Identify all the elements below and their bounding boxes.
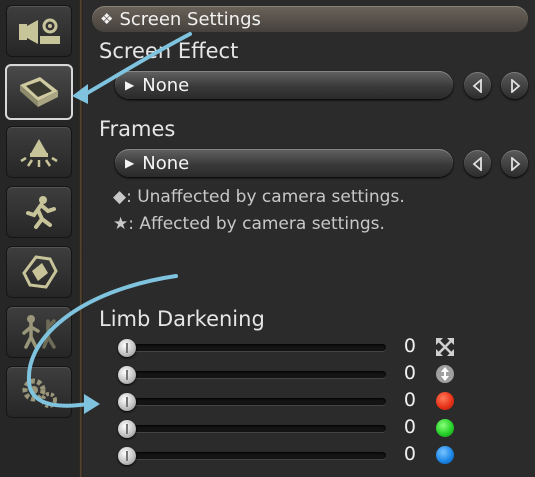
chevron-right-icon bbox=[510, 78, 520, 93]
rail-button-camera[interactable] bbox=[6, 5, 72, 57]
effects-icon bbox=[22, 255, 58, 289]
running-figure-icon bbox=[26, 196, 56, 229]
limb-red-slider[interactable]: 0 bbox=[118, 389, 463, 412]
slider-value: 0 bbox=[403, 362, 416, 384]
chevron-left-icon bbox=[472, 78, 482, 93]
screen-effect-value: None bbox=[142, 74, 190, 96]
character-pose-icon bbox=[22, 315, 56, 349]
limb-vertical-slider[interactable]: 0 bbox=[118, 362, 463, 385]
limb-green-slider[interactable]: 0 bbox=[118, 416, 463, 439]
annotation-arrowhead-bottom bbox=[84, 394, 100, 414]
camera-settings-icon bbox=[19, 18, 60, 44]
slider-value: 0 bbox=[403, 389, 416, 411]
tool-rail bbox=[0, 0, 80, 477]
red-swatch-icon bbox=[436, 392, 454, 410]
limb-blue-slider[interactable]: 0 bbox=[118, 443, 463, 466]
panel-header: ❖ Screen Settings bbox=[92, 6, 528, 32]
camera-note-unaffected: ◆: Unaffected by camera settings. bbox=[113, 187, 405, 207]
camera-note-affected: ★: Affected by camera settings. bbox=[113, 214, 385, 234]
slider-knob[interactable] bbox=[118, 366, 136, 384]
rail-button-pose[interactable] bbox=[6, 306, 72, 358]
slider-track[interactable] bbox=[126, 344, 386, 351]
frames-value: None bbox=[142, 152, 190, 174]
rail-button-lighting[interactable] bbox=[6, 126, 72, 178]
screen-effect-label: Screen Effect bbox=[99, 39, 239, 63]
green-swatch-icon bbox=[436, 419, 454, 437]
chevron-right-icon bbox=[510, 156, 520, 171]
note-text: : Unaffected by camera settings. bbox=[126, 187, 405, 207]
frames-prev-button[interactable] bbox=[464, 150, 491, 177]
frames-next-button[interactable] bbox=[501, 150, 528, 177]
slider-track[interactable] bbox=[126, 398, 386, 405]
star-symbol: ★ bbox=[113, 214, 129, 234]
lighting-icon bbox=[20, 139, 58, 167]
slider-knob[interactable] bbox=[118, 339, 136, 357]
limb-darkening-label: Limb Darkening bbox=[99, 307, 265, 331]
screen-effect-next-button[interactable] bbox=[501, 72, 528, 99]
rail-button-effects[interactable] bbox=[6, 246, 72, 298]
gear-settings-icon bbox=[22, 378, 57, 408]
dropdown-triangle-icon: ▶ bbox=[125, 78, 135, 92]
slider-track[interactable] bbox=[126, 371, 386, 378]
frames-dropdown[interactable]: ▶ None bbox=[115, 149, 453, 177]
frames-label: Frames bbox=[99, 117, 176, 141]
screen-settings-icon bbox=[20, 77, 58, 107]
slider-value: 0 bbox=[403, 443, 416, 465]
rail-divider bbox=[79, 0, 83, 477]
slider-track[interactable] bbox=[126, 452, 386, 459]
vertical-adjust-icon bbox=[436, 365, 454, 383]
rail-button-screen[interactable] bbox=[5, 64, 73, 120]
diamond-symbol: ◆ bbox=[113, 187, 127, 207]
slider-value: 0 bbox=[403, 335, 416, 357]
note-text: : Affected by camera settings. bbox=[128, 214, 385, 234]
limb-size-slider[interactable]: 0 bbox=[118, 335, 463, 358]
slider-knob[interactable] bbox=[118, 447, 136, 465]
slider-value: 0 bbox=[403, 416, 416, 438]
slider-track[interactable] bbox=[126, 425, 386, 432]
expand-arrows-icon bbox=[436, 338, 454, 356]
rail-button-motion[interactable] bbox=[6, 186, 72, 238]
slider-knob[interactable] bbox=[118, 393, 136, 411]
slider-knob[interactable] bbox=[118, 420, 136, 438]
chevron-left-icon bbox=[472, 156, 482, 171]
blue-swatch-icon bbox=[436, 446, 454, 464]
dropdown-triangle-icon: ▶ bbox=[125, 156, 135, 170]
panel-title: Screen Settings bbox=[119, 8, 261, 30]
header-marker: ❖ bbox=[100, 10, 114, 28]
screen-effect-dropdown[interactable]: ▶ None bbox=[115, 71, 453, 99]
screen-effect-prev-button[interactable] bbox=[464, 72, 491, 99]
rail-button-settings[interactable] bbox=[6, 366, 72, 418]
